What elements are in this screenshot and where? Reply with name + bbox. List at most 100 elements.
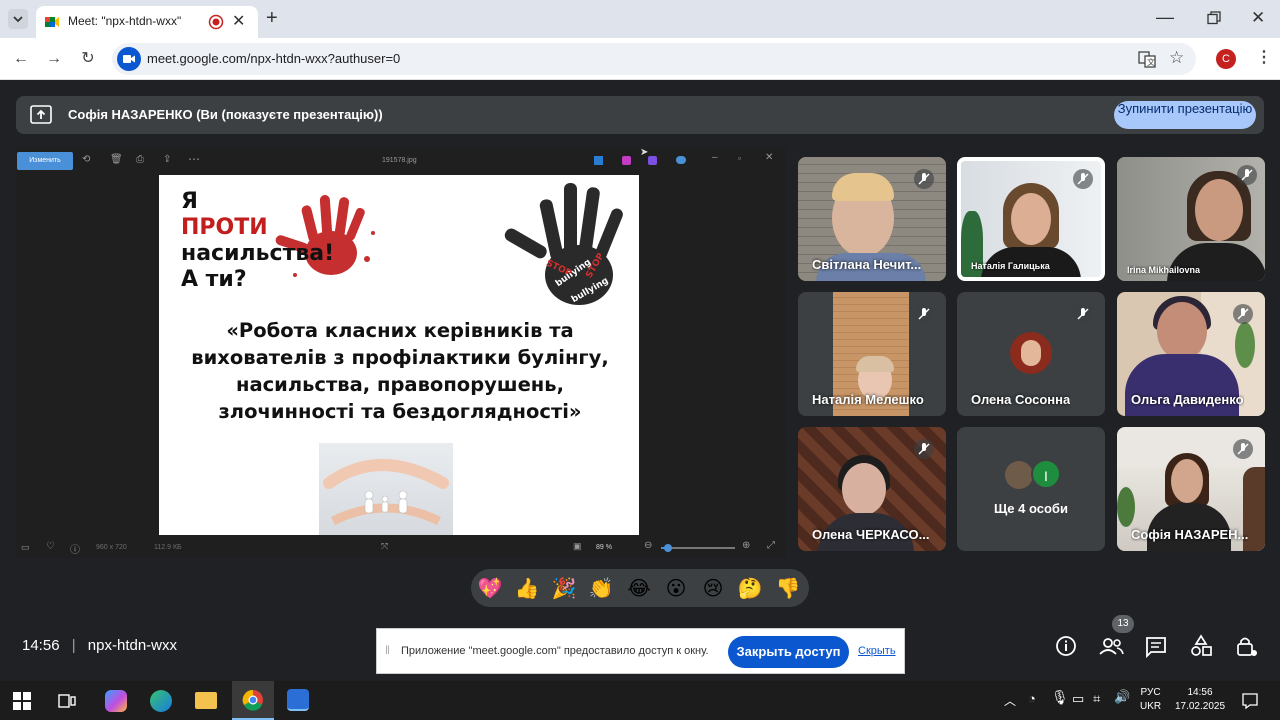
bookmark-star-icon[interactable]: ☆ [1169, 48, 1184, 68]
viewer-maximize-icon[interactable]: ▫ [738, 153, 741, 163]
viewer-tool-icon[interactable] [594, 156, 603, 165]
zoom-out-icon[interactable]: ⊖ [644, 540, 652, 551]
zoom-slider[interactable] [661, 544, 735, 552]
volume-icon[interactable]: 🔊 [1114, 690, 1130, 705]
file-name: 191578.jpg [382, 157, 417, 164]
drag-handle-icon[interactable]: ‖ [385, 643, 390, 657]
file-explorer-icon[interactable] [195, 692, 217, 709]
minimize-icon[interactable]: — [1156, 7, 1174, 28]
viewer-close-icon[interactable]: ✕ [765, 152, 773, 163]
tray-mic-icon[interactable]: 🎙 [1051, 690, 1069, 706]
stop-presenting-button[interactable]: Зупинити презентацію [1114, 101, 1256, 129]
task-view-icon[interactable] [58, 692, 76, 710]
rotate-icon[interactable]: ⟲ [82, 154, 90, 165]
recording-icon [208, 14, 224, 30]
browser-tab-meet[interactable]: Meet: "npx-htdn-wxx" ✕ [36, 6, 258, 38]
edge-icon[interactable] [150, 690, 172, 712]
translate-icon[interactable]: 文 [1138, 50, 1156, 68]
meeting-code: npx-htdn-wxx [87, 637, 177, 654]
network-icon[interactable]: ⌗ [1093, 691, 1100, 707]
share-icon[interactable]: ⇪ [163, 154, 171, 165]
profile-avatar[interactable]: C [1216, 49, 1236, 69]
participant-tile[interactable]: Олена Сосонна [957, 292, 1105, 416]
mic-off-icon [1073, 169, 1093, 189]
avatar [1010, 332, 1052, 374]
host-controls-button[interactable] [1227, 629, 1265, 663]
restore-icon[interactable] [1207, 11, 1221, 25]
chrome-icon [242, 689, 263, 711]
lock-person-icon [1237, 637, 1257, 656]
taskbar-clock[interactable]: 14:56 17.02.2025 [1172, 686, 1228, 714]
participant-tile[interactable]: Олена ЧЕРКАСО... [798, 427, 946, 551]
reaction-laugh-button[interactable]: 😂 [626, 575, 652, 601]
chat-icon [1146, 637, 1166, 659]
reaction-clap-button[interactable]: 👏 [588, 575, 614, 601]
site-camera-icon[interactable] [117, 47, 141, 71]
url-text: meet.google.com/npx-htdn-wxx?authuser=0 [147, 51, 401, 66]
chevron-down-icon [13, 16, 23, 23]
filmstrip-icon[interactable]: ▭ [21, 542, 30, 553]
viewer-minimize-icon[interactable]: – [712, 152, 718, 163]
reaction-thinking-button[interactable]: 🤔 [737, 575, 763, 601]
reaction-surprised-button[interactable]: 😮 [663, 575, 689, 601]
language-code: РУС [1140, 687, 1161, 698]
address-bar[interactable]: meet.google.com/npx-htdn-wxx?authuser=0 … [112, 43, 1196, 75]
slide-line-1: Я [181, 189, 198, 214]
copilot-icon[interactable] [622, 156, 631, 165]
more-icon[interactable]: ⋯ [188, 152, 200, 166]
tab-search-button[interactable] [8, 9, 28, 29]
reaction-heart-button[interactable]: 💖 [477, 575, 503, 601]
battery-icon[interactable]: ▭ [1072, 691, 1084, 707]
forward-icon[interactable]: → [43, 49, 65, 69]
new-tab-icon[interactable]: + [266, 7, 278, 30]
fit-icon[interactable]: ⤧ [381, 541, 388, 552]
chrome-menu-icon[interactable]: ⋮ [1256, 47, 1272, 67]
presentation-slide: Я ПРОТИ насильства! А ти? bullying STOP [159, 175, 639, 535]
edit-button[interactable]: Изменить [17, 152, 73, 170]
copilot-icon[interactable] [105, 690, 127, 712]
clock-date: 17.02.2025 [1174, 701, 1226, 712]
hide-link[interactable]: Скрыть [858, 645, 896, 657]
chrome-taskbar-button[interactable] [232, 681, 274, 720]
zoom-level[interactable]: 89 % [596, 544, 612, 551]
participant-tile[interactable]: Софія НАЗАРЕН... [1117, 427, 1265, 551]
info-icon[interactable]: ⓘ [70, 541, 80, 556]
chat-button[interactable] [1137, 629, 1175, 663]
participant-tile[interactable]: Світлана Нечит... [798, 157, 946, 281]
delete-icon[interactable]: 🗑 [110, 154, 123, 165]
reaction-cry-button[interactable]: 😢 [700, 575, 726, 601]
participant-tile[interactable]: Наталія Галицька [957, 157, 1105, 281]
reload-icon[interactable]: ↻ [77, 49, 99, 69]
print-icon[interactable]: ⎙ [136, 154, 144, 165]
people-button[interactable]: 13 [1092, 615, 1134, 663]
tray-overflow-icon[interactable]: ︿ [1004, 692, 1016, 709]
designer-icon[interactable] [648, 156, 657, 165]
favorite-icon[interactable]: ♡ [46, 541, 55, 552]
reaction-thumbs-up-button[interactable]: 👍 [514, 575, 540, 601]
participant-tile[interactable]: Ольга Давиденко [1117, 292, 1265, 416]
reaction-party-button[interactable]: 🎉 [551, 575, 577, 601]
fullscreen-icon[interactable]: ⤢ [767, 540, 775, 551]
tab-close-icon[interactable]: ✕ [232, 11, 245, 31]
actual-size-icon[interactable]: ▣ [573, 541, 582, 552]
meeting-details-button[interactable] [1047, 629, 1085, 663]
zoom-slider-thumb[interactable] [664, 544, 673, 552]
photos-icon[interactable] [287, 689, 309, 711]
close-window-icon[interactable]: ✕ [1251, 8, 1265, 28]
screen-share-notification: ‖ Приложение "meet.google.com" предостав… [376, 628, 905, 674]
back-icon[interactable]: ← [10, 49, 32, 69]
participant-tile[interactable]: Irina Mikhailovna [1117, 157, 1265, 281]
input-language[interactable]: РУС UKR [1140, 686, 1161, 714]
onedrive-icon[interactable] [676, 156, 686, 164]
meeting-time: 14:56 [22, 637, 60, 654]
participant-name: Наталія Галицька [971, 261, 1050, 271]
reaction-thumbs-down-button[interactable]: 👎 [775, 575, 801, 601]
participant-tile[interactable]: Наталія Мелешко [798, 292, 946, 416]
stop-sharing-button[interactable]: Закрыть доступ [728, 636, 849, 668]
more-participants-tile[interactable]: I Ще 4 особи [957, 427, 1105, 551]
tray-app-icon[interactable]: ◔ [1028, 691, 1036, 706]
zoom-in-icon[interactable]: ⊕ [742, 540, 750, 551]
activities-button[interactable] [1182, 629, 1220, 663]
notifications-icon[interactable] [1241, 692, 1259, 710]
windows-start-icon[interactable] [13, 692, 31, 710]
